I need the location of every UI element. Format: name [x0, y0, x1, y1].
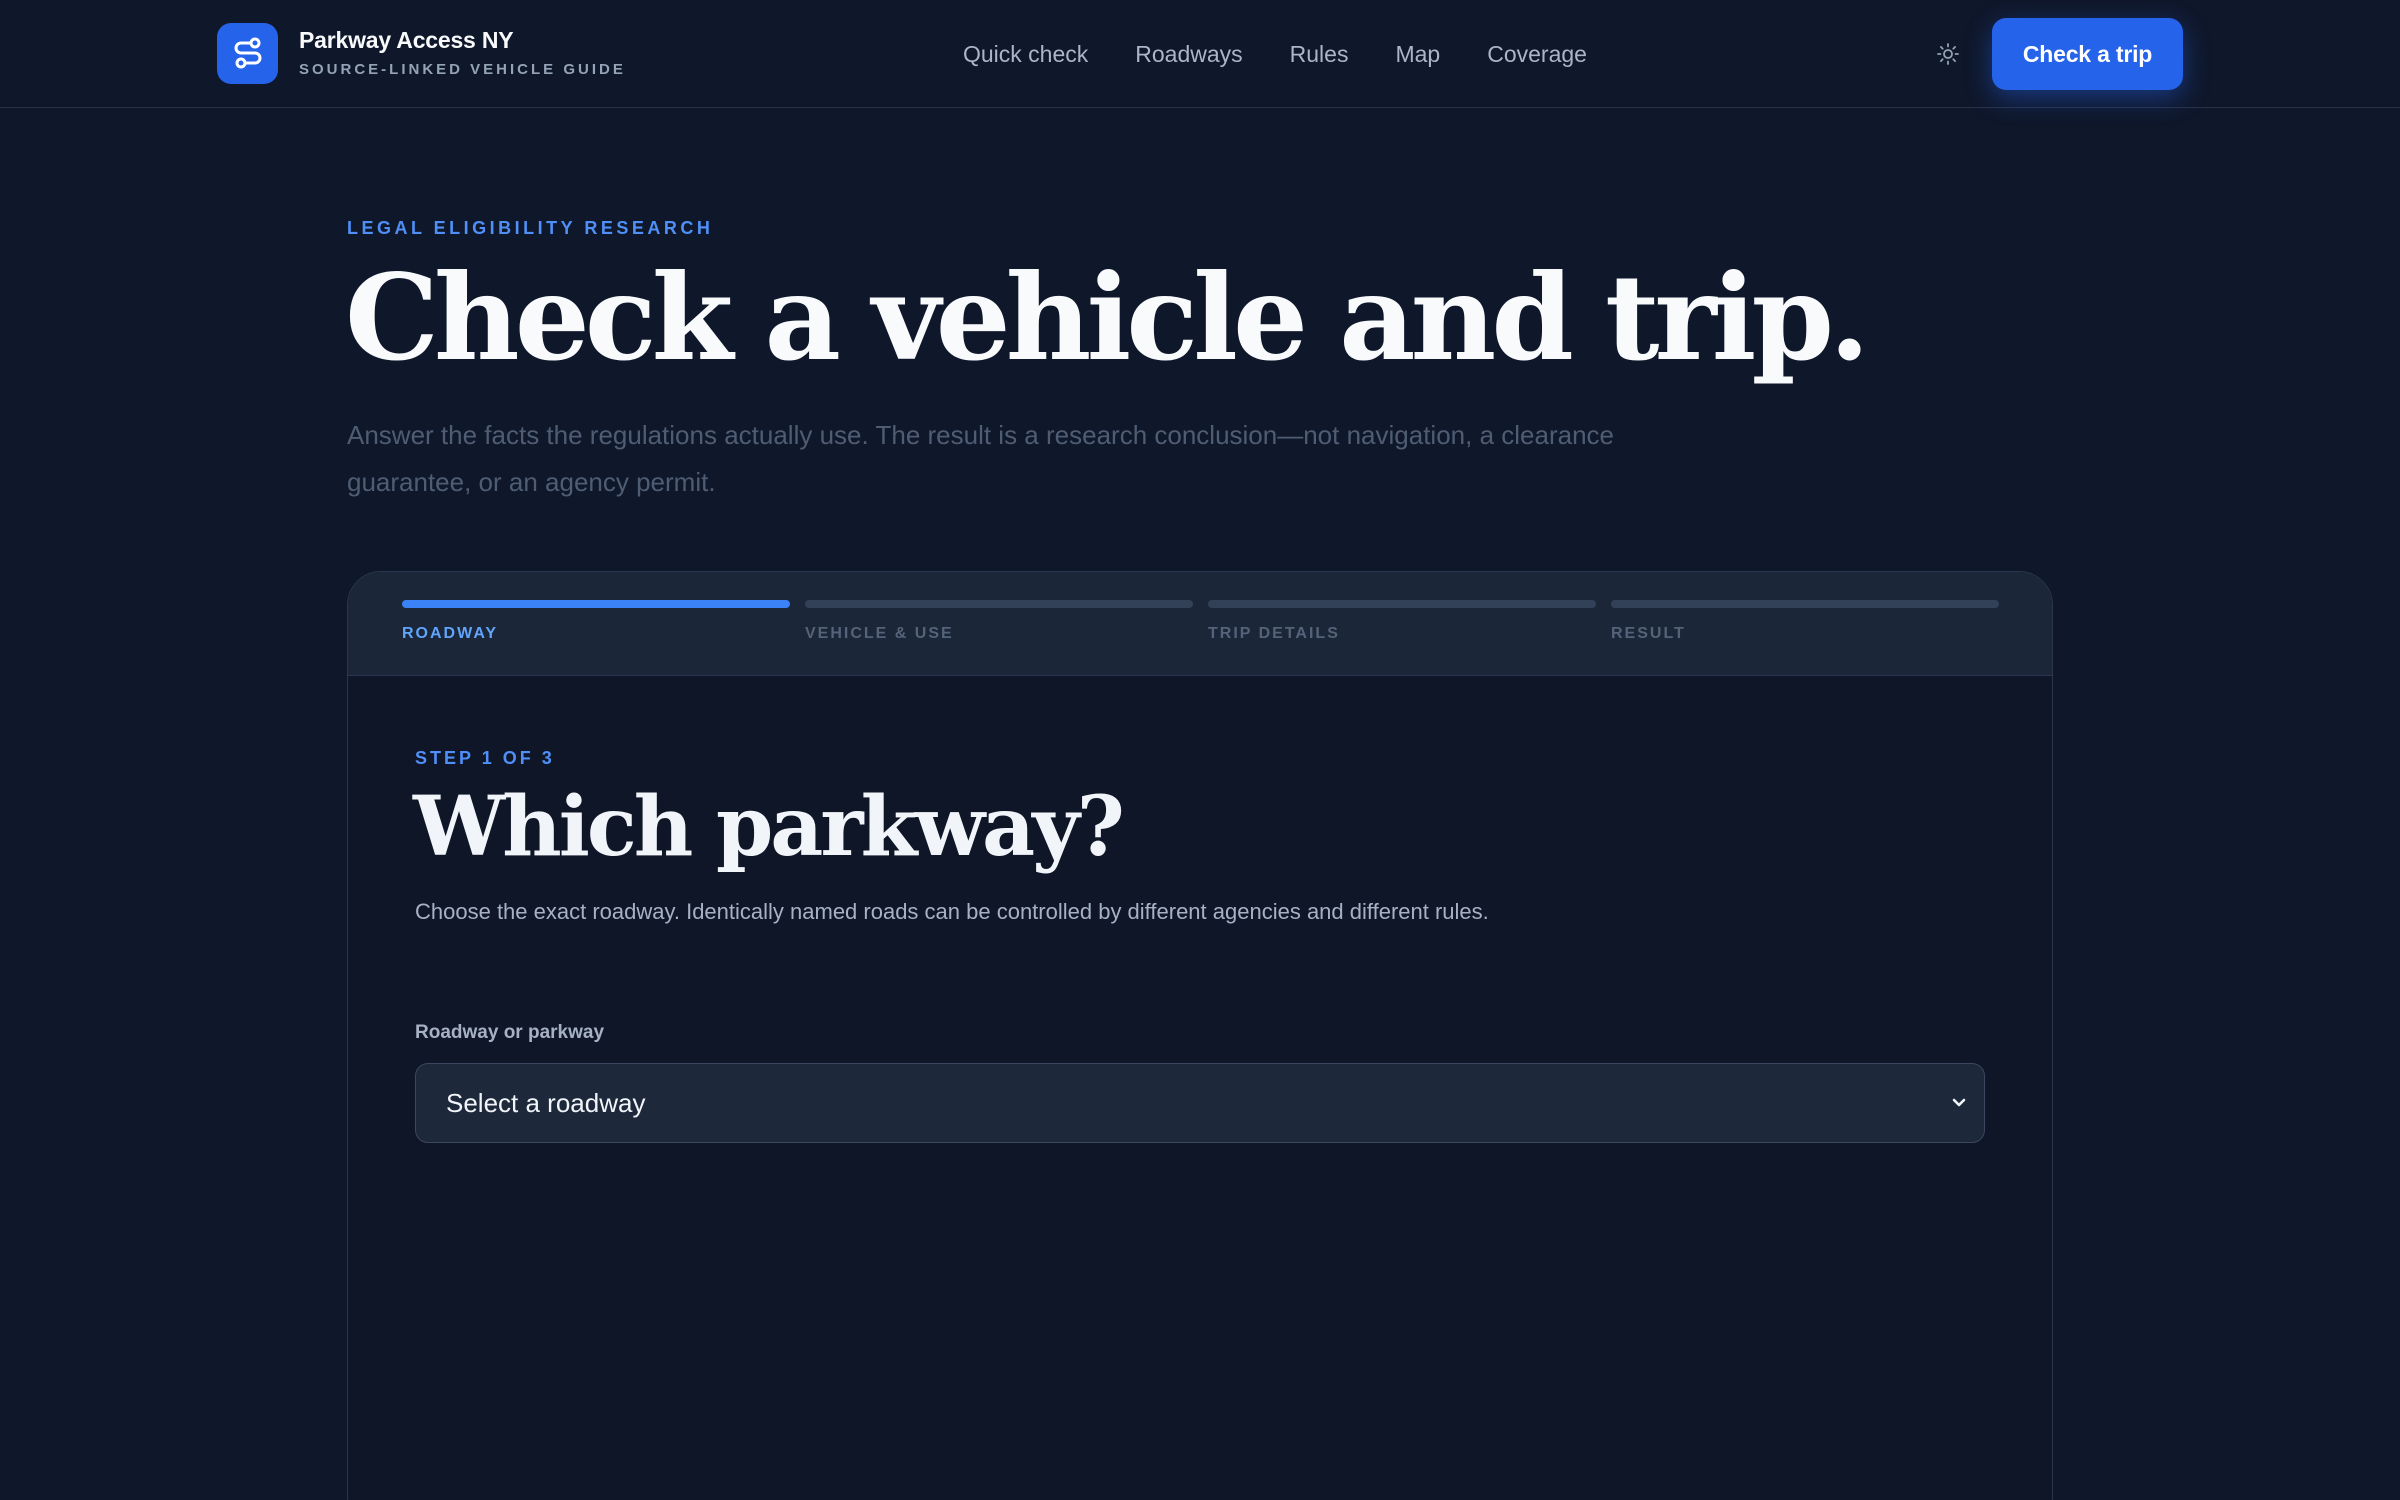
- step-roadway[interactable]: ROADWAY: [402, 600, 790, 643]
- route-icon: [217, 22, 278, 84]
- theme-toggle-button[interactable]: [1932, 38, 1964, 70]
- page-title: Check a vehicle and trip.: [345, 248, 1870, 387]
- check-a-trip-button[interactable]: Check a trip: [1992, 18, 2183, 90]
- step-progress-bar: [402, 600, 790, 608]
- wizard-progress: ROADWAY VEHICLE & USE TRIP DETAILS RESUL…: [348, 572, 2052, 676]
- hero-eyebrow: LEGAL ELIGIBILITY RESEARCH: [347, 218, 714, 238]
- step-label: RESULT: [1611, 625, 1686, 642]
- roadway-select[interactable]: Select a roadway: [415, 1063, 1985, 1143]
- roadway-select-value: Select a roadway: [446, 1087, 646, 1118]
- step-title: Which parkway?: [413, 779, 1125, 875]
- nav-quick-check[interactable]: Quick check: [963, 41, 1088, 68]
- main-nav: Quick check Roadways Rules Map Coverage: [963, 0, 1587, 108]
- chevron-down-icon: [1952, 1098, 1966, 1107]
- step-label: ROADWAY: [402, 625, 499, 642]
- trip-check-wizard: ROADWAY VEHICLE & USE TRIP DETAILS RESUL…: [347, 571, 2053, 1500]
- hero-subtitle: Answer the facts the regulations actuall…: [347, 420, 1614, 497]
- sun-icon: [1937, 43, 1959, 65]
- step-progress-bar: [1208, 600, 1596, 608]
- step-label: VEHICLE & USE: [805, 625, 954, 642]
- brand-tagline: SOURCE-LINKED VEHICLE GUIDE: [299, 60, 626, 78]
- top-header: Parkway Access NY SOURCE-LINKED VEHICLE …: [0, 0, 2400, 108]
- step-trip-details[interactable]: TRIP DETAILS: [1208, 600, 1596, 643]
- step-progress-bar: [1611, 600, 1999, 608]
- brand[interactable]: Parkway Access NY SOURCE-LINKED VEHICLE …: [217, 22, 626, 84]
- nav-coverage[interactable]: Coverage: [1487, 41, 1587, 68]
- brand-text: Parkway Access NY SOURCE-LINKED VEHICLE …: [299, 27, 626, 79]
- nav-map[interactable]: Map: [1395, 41, 1440, 68]
- step-vehicle-use[interactable]: VEHICLE & USE: [805, 600, 1193, 643]
- step-description: Choose the exact roadway. Identically na…: [415, 899, 1489, 924]
- brand-name: Parkway Access NY: [299, 27, 514, 54]
- nav-roadways[interactable]: Roadways: [1135, 41, 1242, 68]
- step-counter: STEP 1 OF 3: [415, 748, 555, 768]
- nav-rules[interactable]: Rules: [1290, 41, 1349, 68]
- step-progress-bar: [805, 600, 1193, 608]
- step-label: TRIP DETAILS: [1208, 625, 1340, 642]
- roadway-field-label: Roadway or parkway: [415, 1022, 605, 1043]
- step-result[interactable]: RESULT: [1611, 600, 1999, 643]
